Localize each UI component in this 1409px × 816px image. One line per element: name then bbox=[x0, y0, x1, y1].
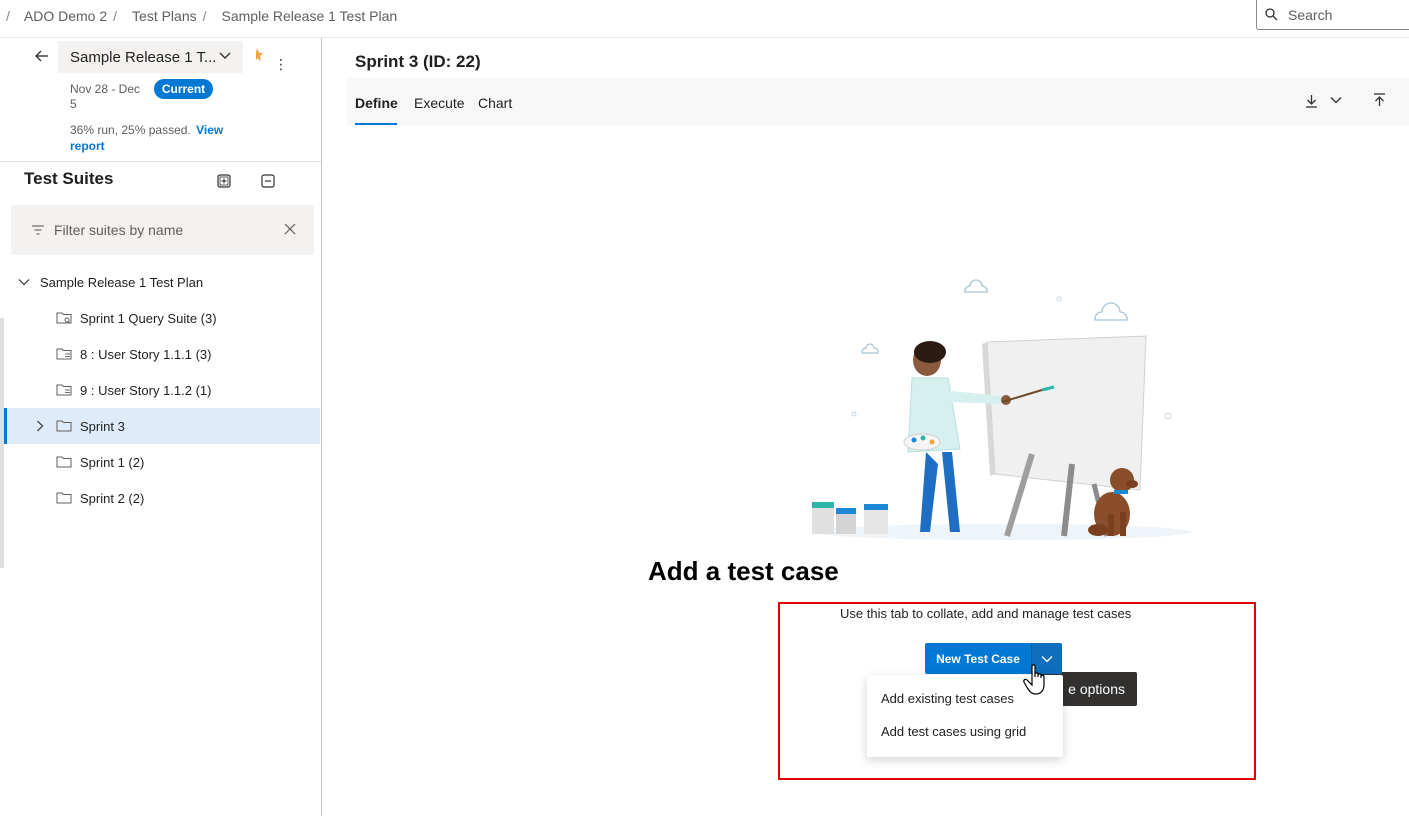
suite-title: Sprint 3 (ID: 22) bbox=[355, 52, 481, 71]
tree-item-label: Sprint 1 (2) bbox=[80, 454, 145, 470]
current-badge: Current bbox=[154, 79, 213, 99]
filter-suites-input[interactable]: Filter suites by name bbox=[11, 205, 314, 255]
chevron-right-icon[interactable] bbox=[34, 420, 46, 432]
plan-dates: Nov 28 - Dec 5 bbox=[70, 82, 141, 111]
breadcrumb: / ADO Demo 2 / Test Plans / Sample Relea… bbox=[0, 0, 397, 31]
back-arrow-icon[interactable] bbox=[32, 46, 52, 66]
chevron-down-icon[interactable] bbox=[18, 276, 30, 288]
breadcrumb-plan[interactable]: Sample Release 1 Test Plan bbox=[222, 8, 398, 24]
tab-chart[interactable]: Chart bbox=[478, 95, 512, 111]
tree-item-sprint-3[interactable]: Sprint 3 bbox=[4, 408, 320, 444]
plan-stats: 36% run, 25% passed. View report bbox=[70, 122, 230, 154]
divider bbox=[0, 161, 321, 162]
main-content: Sprint 3 (ID: 22) Define Execute Chart A… bbox=[322, 38, 1409, 816]
tree-item-label: Sprint 3 bbox=[80, 418, 125, 434]
search-icon bbox=[1265, 8, 1278, 21]
breadcrumb-project[interactable]: ADO Demo 2 bbox=[24, 8, 107, 24]
filter-placeholder: Filter suites by name bbox=[54, 222, 184, 238]
tree-item-label: Sample Release 1 Test Plan bbox=[40, 274, 204, 290]
plan-stats-text: 36% run, 25% passed. bbox=[70, 123, 191, 137]
empty-state-title-text: Add a test case bbox=[648, 556, 839, 586]
tab-bar: Define Execute Chart bbox=[347, 78, 1409, 126]
folder-icon bbox=[56, 420, 72, 432]
favorite-star-icon[interactable] bbox=[251, 48, 263, 62]
breadcrumb-separator: / bbox=[113, 7, 118, 24]
download-icon[interactable] bbox=[1305, 94, 1318, 108]
tree-item-label: Sprint 1 Query Suite (3) bbox=[80, 310, 217, 326]
filter-icon bbox=[32, 225, 44, 235]
expand-all-icon[interactable] bbox=[217, 174, 231, 188]
requirement-folder-icon bbox=[56, 348, 72, 360]
search-box[interactable]: Search bbox=[1256, 0, 1409, 30]
plan-name: Sample Release 1 T... bbox=[70, 48, 217, 66]
tree-item-user-story-112[interactable]: 9 : User Story 1.1.2 (1) bbox=[4, 372, 320, 408]
tree-item-user-story-111[interactable]: 8 : User Story 1.1.1 (3) bbox=[4, 336, 320, 372]
requirement-folder-icon bbox=[56, 384, 72, 396]
new-test-case-button[interactable]: New Test Case bbox=[925, 643, 1031, 674]
menu-item-add-grid[interactable]: Add test cases using grid bbox=[867, 724, 1063, 757]
tree-item-plan-root[interactable]: Sample Release 1 Test Plan bbox=[4, 264, 320, 300]
folder-icon bbox=[56, 456, 72, 468]
chevron-down-icon bbox=[1041, 655, 1053, 662]
active-tab-indicator bbox=[355, 123, 397, 125]
chevron-down-icon[interactable] bbox=[1330, 96, 1342, 105]
chevron-down-icon bbox=[219, 52, 231, 59]
tree-item-label: 8 : User Story 1.1.1 (3) bbox=[80, 346, 212, 362]
breadcrumb-separator: / bbox=[6, 7, 10, 24]
test-suites-heading: Test Suites bbox=[24, 169, 114, 188]
left-pane: Sample Release 1 T... ⋮ Nov 28 - Dec 5 C… bbox=[0, 38, 322, 816]
breadcrumb-test-plans[interactable]: Test Plans bbox=[132, 8, 197, 24]
query-folder-icon bbox=[56, 312, 72, 324]
top-bar: / ADO Demo 2 / Test Plans / Sample Relea… bbox=[0, 0, 1409, 38]
collapse-all-icon[interactable] bbox=[261, 174, 275, 188]
tree-item-sprint-1[interactable]: Sprint 1 (2) bbox=[4, 444, 320, 480]
collapse-to-top-icon[interactable] bbox=[1373, 93, 1386, 107]
tree-item-label: Sprint 2 (2) bbox=[80, 490, 145, 506]
painter-illustration bbox=[812, 279, 1192, 540]
folder-icon bbox=[56, 492, 72, 504]
tree-item-query-suite[interactable]: Sprint 1 Query Suite (3) bbox=[4, 300, 320, 336]
suite-tree: Sample Release 1 Test Plan Sprint 1 Quer… bbox=[4, 264, 320, 516]
breadcrumb-separator: / bbox=[202, 7, 207, 24]
search-placeholder: Search bbox=[1288, 6, 1333, 23]
tree-item-sprint-2[interactable]: Sprint 2 (2) bbox=[4, 480, 320, 516]
more-options-icon[interactable]: ⋮ bbox=[274, 56, 288, 73]
tab-execute[interactable]: Execute bbox=[414, 95, 465, 111]
tree-item-label: 9 : User Story 1.1.2 (1) bbox=[80, 382, 212, 398]
tab-define[interactable]: Define bbox=[355, 95, 398, 111]
clear-filter-icon[interactable] bbox=[284, 223, 296, 235]
hand-cursor-icon bbox=[1023, 664, 1045, 695]
plan-selector-dropdown[interactable]: Sample Release 1 T... bbox=[58, 41, 243, 73]
